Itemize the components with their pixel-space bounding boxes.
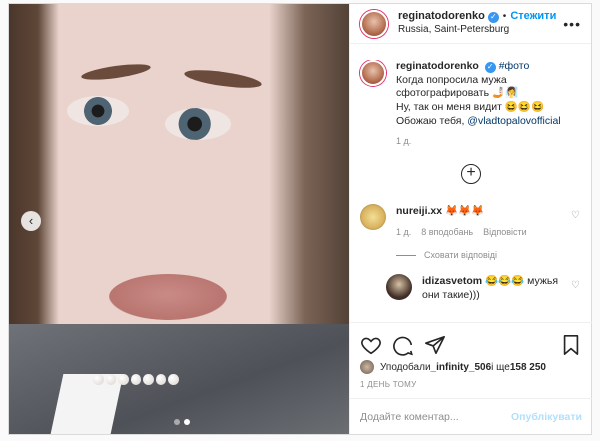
caption-line: Обожаю тебя, @vladtopalovofficial [396, 115, 561, 129]
author-username[interactable]: reginatodorenko [398, 10, 485, 24]
comment-likes[interactable]: 8 вподобань [421, 226, 473, 238]
post-header: reginatodorenko ✓ • Стежити Russia, Sain… [350, 4, 591, 44]
separator-dot: • [502, 11, 507, 22]
follow-button[interactable]: Стежити [510, 10, 556, 24]
reply-item: idizasvetom 😂😂😂 мужья они такие))) ♡ [386, 274, 582, 302]
comment-text: 🦊🦊🦊 [445, 204, 485, 217]
carousel-dot [174, 419, 180, 425]
caption-author-avatar[interactable] [360, 60, 386, 86]
carousel-prev-button[interactable]: ‹ [21, 211, 41, 231]
caption-line: Когда попросила мужа [396, 73, 507, 86]
carousel-dot-active [184, 419, 190, 425]
hide-replies-label: Сховати відповіді [424, 250, 497, 261]
likes-middle: і ще [491, 361, 510, 373]
share-paper-plane-icon[interactable] [424, 334, 446, 356]
carousel-dots [174, 419, 190, 425]
caption-time[interactable]: 1 д. [396, 136, 561, 148]
post-location[interactable]: Russia, Saint-Petersburg [398, 24, 556, 37]
commenter-avatar[interactable] [360, 203, 386, 230]
caption-mention[interactable]: @vladtopalovofficial [467, 115, 560, 127]
photo-eye-right [165, 108, 231, 140]
verified-badge-icon: ✓ [484, 61, 496, 73]
author-row: reginatodorenko ✓ • Стежити [398, 10, 556, 24]
post-date[interactable]: 1 ДЕНЬ ТОМУ [360, 380, 416, 389]
photo-pearl-necklace [93, 374, 180, 394]
add-comment-input[interactable] [360, 410, 511, 423]
likes-prefix: Уподобали [380, 361, 431, 373]
post-actions [350, 322, 592, 358]
post-photo[interactable]: ‹ [9, 4, 349, 434]
verified-badge-icon: ✓ [487, 11, 499, 23]
comment-body: idizasvetom 😂😂😂 мужья они такие))) [422, 274, 562, 302]
comment-reply-button[interactable]: Відповісти [483, 226, 527, 238]
comment-time[interactable]: 1 д. [396, 226, 411, 238]
add-comment-bar: Опублікувати [350, 398, 592, 434]
commenter-username[interactable]: idizasvetom [422, 275, 482, 287]
post-sidebar: reginatodorenko ✓ • Стежити Russia, Sain… [349, 4, 592, 434]
photo-lips [109, 274, 227, 320]
comment-bubble-icon[interactable] [392, 334, 414, 356]
instagram-post: ‹ reginatodorenko ✓ • Стежити Russia, Sa… [8, 3, 592, 435]
hide-replies-line [396, 254, 416, 256]
photo-hair-right [269, 4, 349, 334]
comment-body: nureiji.xx 🦊🦊🦊 1 д. 8 вподобань Відповіс… [396, 204, 566, 238]
caption-line: сфотографировать 🤳🏻🧖‍♀️ [396, 87, 519, 100]
liker-username[interactable]: _infinity_506 [431, 362, 492, 373]
caption-hashtag[interactable]: #фото [499, 60, 530, 72]
comment-item: nureiji.xx 🦊🦊🦊 1 д. 8 вподобань Відповіс… [360, 203, 582, 238]
more-options-icon[interactable]: ••• [563, 16, 581, 32]
caption-line: Ну, так он меня видит 😆😆😆 [396, 100, 545, 113]
comment-like-icon[interactable]: ♡ [571, 280, 580, 291]
like-heart-icon[interactable] [360, 334, 382, 356]
photo-eyebrow-left [80, 61, 152, 83]
caption-line-text: Обожаю тебя, [396, 114, 468, 127]
liker-avatar[interactable] [360, 360, 374, 374]
publish-button[interactable]: Опублікувати [511, 411, 582, 423]
likes-count[interactable]: 158 250 [510, 362, 546, 373]
likes-summary: Уподобали _infinity_506 і ще 158 250 [360, 360, 546, 374]
author-avatar[interactable] [360, 9, 388, 38]
caption-username[interactable]: reginatodorenko [396, 60, 479, 72]
bookmark-icon[interactable] [560, 334, 582, 356]
comment-meta: 1 д. 8 вподобань Відповісти [396, 226, 566, 238]
comments-area[interactable]: reginatodorenko ✓ #фото Когда попросила … [350, 60, 592, 316]
comment-like-icon[interactable]: ♡ [571, 210, 580, 221]
author-info: reginatodorenko ✓ • Стежити Russia, Sain… [398, 10, 556, 36]
caption-body: reginatodorenko ✓ #фото Когда попросила … [396, 60, 561, 148]
commenter-username[interactable]: nureiji.xx [396, 205, 442, 217]
photo-eye-left [67, 96, 129, 126]
photo-eyebrow-right [183, 66, 263, 92]
hide-replies-button[interactable]: Сховати відповіді [396, 250, 582, 260]
load-more-comments-button[interactable]: + [461, 163, 481, 184]
caption: reginatodorenko ✓ #фото Когда попросила … [360, 60, 582, 148]
commenter-avatar[interactable] [386, 274, 412, 301]
